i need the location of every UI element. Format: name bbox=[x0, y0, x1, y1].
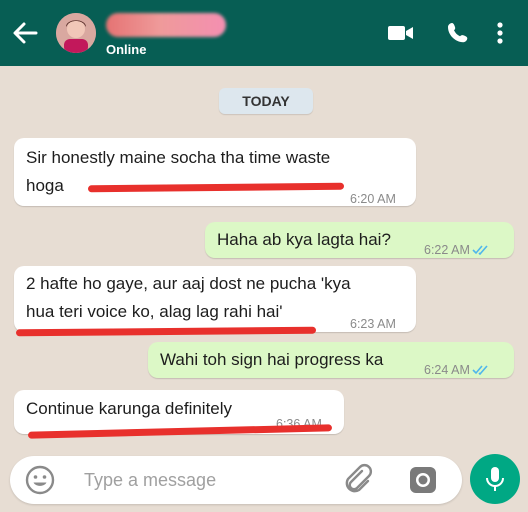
emoji-icon[interactable] bbox=[24, 464, 56, 496]
date-divider: TODAY bbox=[219, 88, 313, 114]
more-options-icon[interactable] bbox=[492, 20, 508, 46]
message-text: Sir honestly maine socha tha time waste … bbox=[26, 148, 331, 195]
read-ticks-icon bbox=[472, 357, 490, 385]
message-text: Haha ab kya lagta hai? bbox=[217, 230, 391, 249]
attach-icon[interactable] bbox=[340, 462, 376, 498]
message-bubble-incoming[interactable]: 2 hafte ho gaye, aur aaj dost ne pucha '… bbox=[14, 266, 416, 332]
contact-name-redacted[interactable] bbox=[106, 13, 226, 37]
message-time: 6:24 AM bbox=[424, 363, 470, 377]
read-ticks-icon bbox=[472, 237, 490, 265]
phone-icon[interactable] bbox=[444, 20, 474, 46]
message-bubble-incoming[interactable]: Sir honestly maine socha tha time waste … bbox=[14, 138, 416, 206]
message-meta: 6:24 AM bbox=[424, 356, 490, 385]
message-input[interactable]: Type a message bbox=[10, 456, 462, 504]
online-status: Online bbox=[106, 42, 147, 57]
message-text: 2 hafte ho gaye, aur aaj dost ne pucha '… bbox=[26, 274, 351, 321]
camera-icon[interactable] bbox=[406, 463, 440, 497]
message-input-placeholder: Type a message bbox=[84, 470, 217, 490]
red-underline-annotation bbox=[15, 326, 317, 337]
message-time: 6:22 AM bbox=[424, 243, 470, 257]
message-list[interactable]: TODAY Sir honestly maine socha tha time … bbox=[0, 66, 528, 446]
back-arrow-icon[interactable] bbox=[8, 16, 42, 50]
avatar[interactable] bbox=[56, 13, 96, 53]
message-time: 6:20 AM bbox=[350, 192, 396, 206]
message-bubble-outgoing[interactable]: Wahi toh sign hai progress ka 6:24 AM bbox=[148, 342, 514, 378]
mic-button[interactable] bbox=[470, 454, 520, 504]
mic-icon bbox=[486, 467, 504, 491]
message-meta: 6:22 AM bbox=[424, 236, 490, 265]
video-call-icon[interactable] bbox=[386, 20, 416, 46]
message-text: Wahi toh sign hai progress ka bbox=[160, 350, 384, 369]
message-bubble-outgoing[interactable]: Haha ab kya lagta hai? 6:22 AM bbox=[205, 222, 514, 258]
message-text: Continue karunga definitely bbox=[26, 399, 233, 418]
composer-bar: Type a message bbox=[0, 446, 528, 512]
chat-header: Online bbox=[0, 0, 528, 66]
message-time: 6:23 AM bbox=[350, 317, 396, 331]
